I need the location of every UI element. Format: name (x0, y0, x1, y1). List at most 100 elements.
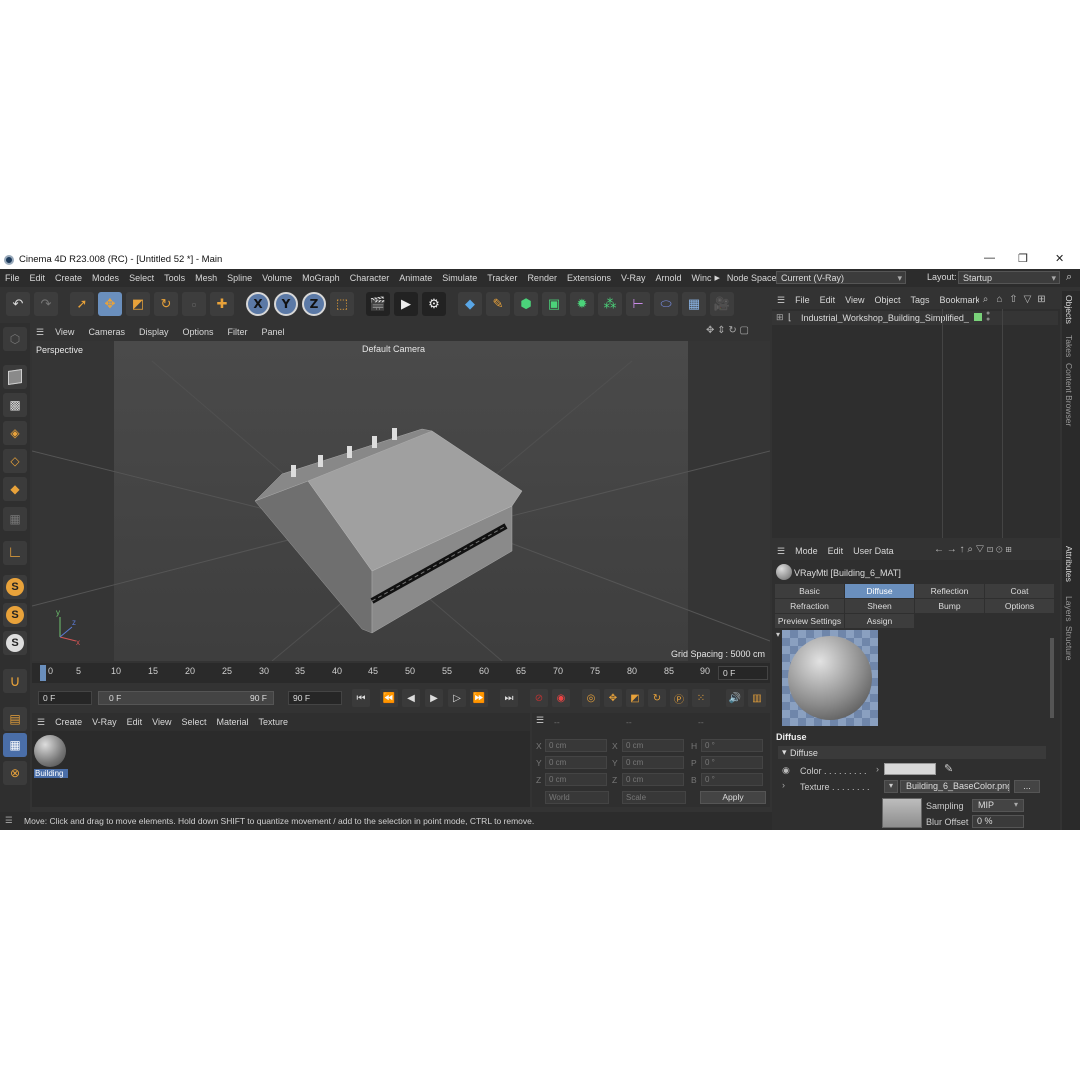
sound-icon[interactable]: 🔊 (726, 689, 744, 707)
workplane-icon[interactable]: ▤ (3, 707, 27, 731)
rotation-h-field[interactable]: 0 ° (701, 739, 763, 752)
point-mode-icon[interactable]: ◈ (3, 421, 27, 445)
rotation-b-field[interactable]: 0 ° (701, 773, 763, 786)
undo-icon[interactable]: ↶ (6, 292, 30, 316)
material-menu-create[interactable]: Create (50, 717, 87, 727)
recent-tools-icon[interactable]: ▫ (182, 292, 206, 316)
blur-offset-field[interactable]: 0 % (972, 815, 1024, 828)
hamburger-icon[interactable]: ☰ (32, 327, 48, 338)
timeline-ruler[interactable]: 0 5 10 15 20 25 30 35 40 45 50 55 60 65 … (32, 663, 770, 683)
texture-expand-icon[interactable]: › (782, 780, 785, 790)
menu-file[interactable]: File (0, 273, 25, 283)
render-picture-viewer-icon[interactable]: ▶ (394, 292, 418, 316)
axis-mode-icon[interactable]: ∟ (3, 541, 27, 565)
edge-mode-icon[interactable]: ◇ (3, 449, 27, 473)
material-preview[interactable] (782, 630, 878, 726)
uv-mode-icon[interactable]: ▦ (3, 507, 27, 531)
rotation-p-field[interactable]: 0 ° (701, 756, 763, 769)
keyframe-selection-icon[interactable]: ◎ (582, 689, 600, 707)
tab-diffuse[interactable]: Diffuse (845, 584, 914, 598)
menu-tools[interactable]: Tools (159, 273, 190, 283)
record-keys-icon[interactable]: ⊘ (530, 689, 548, 707)
viewport-menu-view[interactable]: View (48, 327, 81, 337)
coordinate-system-icon[interactable]: ⬚ (330, 292, 354, 316)
tab-options[interactable]: Options (985, 599, 1054, 613)
field-icon[interactable]: ⬭ (654, 292, 678, 316)
menu-select[interactable]: Select (124, 273, 159, 283)
menu-mograph[interactable]: MoGraph (297, 273, 345, 283)
texture-file-button[interactable]: Building_6_BaseColor.png (900, 780, 1010, 793)
visibility-dots-icon[interactable]: ● ● (986, 310, 990, 323)
node-space-dropdown[interactable]: Current (V-Ray) (776, 271, 906, 284)
position-z-field[interactable]: 0 cm (545, 773, 607, 786)
lock-z-axis-button[interactable]: Z (302, 292, 326, 316)
subdivision-surface-icon[interactable]: ⬢ (514, 292, 538, 316)
layout-dropdown[interactable]: Startup (958, 271, 1060, 284)
cube-object-icon[interactable]: ◆ (458, 292, 482, 316)
viewport-navigation-icon[interactable]: ✥ ⇕ ↻ ▢ (706, 325, 749, 336)
menu-arnold[interactable]: Arnold (651, 273, 687, 283)
material-menu-view[interactable]: View (147, 717, 176, 727)
menu-spline[interactable]: Spline (222, 273, 257, 283)
object-up-icon[interactable]: ⇧ (1008, 294, 1020, 306)
tab-bump[interactable]: Bump (915, 599, 984, 613)
material-menu-material[interactable]: Material (212, 717, 254, 727)
tab-takes[interactable]: Takes (1064, 335, 1074, 357)
previous-frame-icon[interactable]: ◀ (402, 689, 420, 707)
end-frame-field[interactable]: 90 F (288, 691, 342, 705)
object-name[interactable]: Industrial_Workshop_Building_Simplified_… (801, 313, 969, 323)
camera-icon[interactable]: 🎥 (710, 292, 734, 316)
magnet-icon[interactable]: ∪ (3, 669, 27, 693)
viewport-menu-panel[interactable]: Panel (255, 327, 292, 337)
attributes-hamburger-icon[interactable]: ☰ (772, 546, 790, 557)
start-frame-field[interactable]: 0 F (38, 691, 92, 705)
texture-browse-button[interactable]: ... (1014, 780, 1040, 793)
mograph-array-icon[interactable]: ⁂ (598, 292, 622, 316)
menu-volume[interactable]: Volume (257, 273, 297, 283)
go-to-start-icon[interactable]: ⏮ (352, 689, 370, 707)
status-hamburger-icon[interactable]: ☰ (5, 815, 13, 826)
material-menu-vray[interactable]: V-Ray (87, 717, 122, 727)
key-pla-icon[interactable]: ⁙ (692, 689, 710, 707)
snap-settings-icon[interactable]: S (3, 603, 27, 627)
viewport-menu-cameras[interactable]: Cameras (81, 327, 132, 337)
object-row[interactable]: ⊞ ⌊ Industrial_Workshop_Building_Simplif… (772, 310, 1058, 325)
solo-icon[interactable]: ⊗ (3, 761, 27, 785)
object-menu-edit[interactable]: Edit (815, 295, 841, 305)
diffuse-group-header[interactable]: ▾ Diffuse (778, 746, 1046, 759)
extrude-generator-icon[interactable]: ▣ (542, 292, 566, 316)
next-frame-icon[interactable]: ▷ (448, 689, 466, 707)
make-editable-icon[interactable]: ⬡ (3, 327, 27, 351)
object-home-icon[interactable]: ⌂ (994, 294, 1006, 306)
menu-edit[interactable]: Edit (25, 273, 51, 283)
attributes-scrollbar[interactable] (1050, 638, 1054, 718)
previous-key-icon[interactable]: ⏪ (380, 689, 398, 707)
tab-refraction[interactable]: Refraction (775, 599, 844, 613)
viewport-menu-display[interactable]: Display (132, 327, 176, 337)
eyedropper-icon[interactable]: ✎ (944, 762, 953, 775)
texture-mode-icon[interactable]: ▩ (3, 393, 27, 417)
lock-x-axis-button[interactable]: X (246, 292, 270, 316)
redo-icon[interactable]: ↷ (34, 292, 58, 316)
attributes-menu-edit[interactable]: Edit (823, 546, 849, 556)
color-expand-icon[interactable]: › (876, 764, 879, 774)
material-hamburger-icon[interactable]: ☰ (32, 717, 50, 728)
object-menu-bookmarks[interactable]: Bookmarks (935, 295, 979, 305)
menu-animate[interactable]: Animate (394, 273, 437, 283)
tab-preview-settings[interactable]: Preview Settings (775, 614, 844, 628)
menu-create[interactable]: Create (50, 273, 87, 283)
material-menu-edit[interactable]: Edit (122, 717, 148, 727)
autokeying-icon[interactable]: ◉ (552, 689, 570, 707)
size-y-field[interactable]: 0 cm (622, 756, 684, 769)
object-menu-file[interactable]: File (790, 295, 815, 305)
snapping-icon[interactable]: S (3, 575, 27, 599)
tab-structure[interactable]: Structure (1064, 626, 1074, 661)
polygon-mode-icon[interactable]: ◆ (3, 477, 27, 501)
model-mode-icon[interactable] (3, 365, 27, 389)
tab-objects[interactable]: Objects (1064, 295, 1074, 324)
tab-reflection[interactable]: Reflection (915, 584, 984, 598)
menu-extensions[interactable]: Extensions (562, 273, 616, 283)
play-icon[interactable]: ▶ (425, 689, 443, 707)
timeline-icon[interactable]: ▥ (748, 689, 766, 707)
perspective-viewport[interactable]: y z x Perspective Default Camera Grid Sp… (32, 341, 770, 661)
